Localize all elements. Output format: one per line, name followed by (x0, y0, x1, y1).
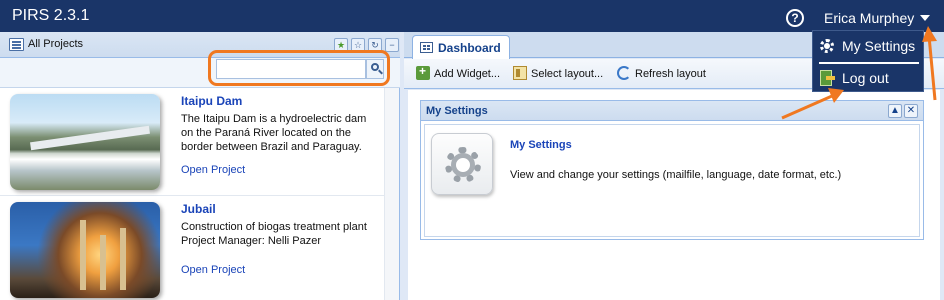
arrow-to-log-out (781, 88, 844, 120)
annotation-arrows (781, 26, 937, 120)
arrow-to-user-menu (922, 26, 937, 101)
